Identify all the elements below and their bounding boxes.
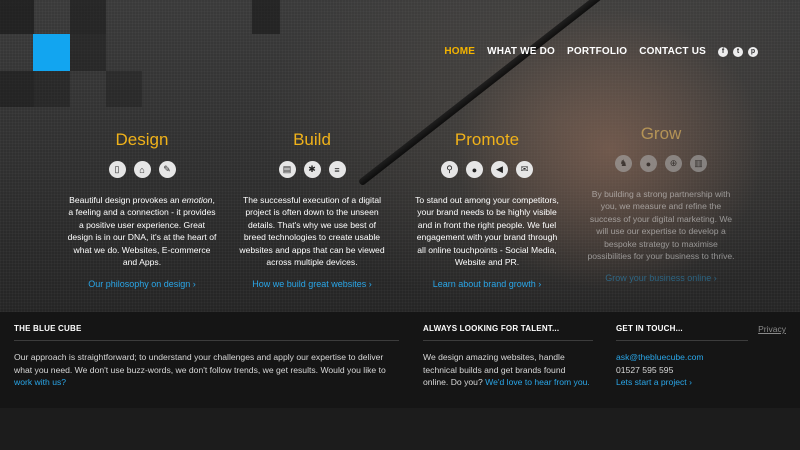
service-promote: Promote ⚲ ● ◀ ✉ To stand out among your … bbox=[412, 130, 562, 289]
service-icons: ⚲ ● ◀ ✉ bbox=[412, 161, 562, 178]
gear-icon: ✱ bbox=[303, 161, 321, 178]
decor-square bbox=[70, 0, 106, 34]
design-link[interactable]: Our philosophy on design › bbox=[67, 279, 217, 289]
service-text: Beautiful design provokes an emotion, a … bbox=[67, 195, 217, 268]
chess-icon: ♞ bbox=[615, 155, 632, 172]
service-title: Build bbox=[293, 130, 331, 149]
megaphone-icon: ◀ bbox=[491, 161, 508, 178]
promote-link[interactable]: Learn about brand growth › bbox=[412, 279, 562, 289]
footer-about: THE BLUE CUBE Our approach is straightfo… bbox=[14, 324, 399, 389]
chart-icon: ▥ bbox=[690, 155, 707, 172]
start-project-link[interactable]: Lets start a project › bbox=[616, 376, 748, 389]
footer-about-body: Our approach is straightforward; to unde… bbox=[14, 352, 386, 375]
service-title: Promote bbox=[454, 130, 520, 149]
people-icon: ● bbox=[640, 155, 657, 172]
work-with-us-link[interactable]: work with us? bbox=[14, 377, 66, 387]
target-icon: ⊕ bbox=[665, 155, 682, 172]
logo[interactable] bbox=[33, 34, 70, 71]
service-build: Build ▤ ✱ ≡ The successful execution of … bbox=[237, 130, 387, 289]
footer-talent: ALWAYS LOOKING FOR TALENT... We design a… bbox=[423, 324, 593, 389]
decor-square bbox=[0, 0, 34, 34]
footer-about-text: Our approach is straightforward; to unde… bbox=[14, 351, 399, 389]
hear-from-you-link[interactable]: We'd love to hear from you. bbox=[485, 377, 590, 387]
decor-square bbox=[34, 71, 70, 107]
service-grow: Grow ♞ ● ⊕ ▥ By building a strong partne… bbox=[586, 124, 736, 283]
footer-contact: GET IN TOUCH... ask@thebluecube.com 0152… bbox=[616, 324, 748, 389]
social-links: f t p bbox=[718, 46, 758, 57]
privacy-link[interactable]: Privacy bbox=[758, 324, 786, 334]
footer-talent-text: We design amazing websites, handle techn… bbox=[423, 351, 593, 389]
footer-about-title: THE BLUE CUBE bbox=[14, 324, 399, 341]
decor-square bbox=[70, 34, 106, 71]
footer-bottom-bar bbox=[0, 408, 800, 450]
service-icons: ▤ ✱ ≡ bbox=[237, 161, 387, 178]
build-link[interactable]: How we build great websites › bbox=[237, 279, 387, 289]
email-link[interactable]: ask@thebluecube.com bbox=[616, 351, 748, 364]
document-icon: ▤ bbox=[278, 161, 296, 178]
service-text: To stand out among your competitors, you… bbox=[415, 195, 559, 268]
nav-contact-us[interactable]: CONTACT US bbox=[639, 46, 706, 57]
service-icons: ♞ ● ⊕ ▥ bbox=[586, 155, 736, 172]
decor-square bbox=[252, 0, 280, 34]
nav-what-we-do[interactable]: WHAT WE DO bbox=[487, 46, 555, 57]
twitter-icon[interactable]: t bbox=[733, 46, 743, 57]
facebook-icon[interactable]: f bbox=[718, 46, 728, 57]
service-text: The successful execution of a digital pr… bbox=[239, 195, 385, 268]
phone-number: 01527 595 595 bbox=[616, 364, 674, 375]
service-icons: ▯ ⌂ ✎ bbox=[67, 161, 217, 178]
design-tools-icon: ✎ bbox=[158, 161, 176, 178]
main-nav: HOME WHAT WE DO PORTFOLIO CONTACT US f t… bbox=[444, 46, 758, 57]
service-title: Grow bbox=[640, 124, 682, 143]
grow-link[interactable]: Grow your business online › bbox=[586, 273, 736, 283]
footer-talent-title: ALWAYS LOOKING FOR TALENT... bbox=[423, 324, 593, 341]
database-icon: ≡ bbox=[328, 161, 346, 178]
footer: THE BLUE CUBE Our approach is straightfo… bbox=[0, 312, 800, 408]
mobile-icon: ▯ bbox=[108, 161, 126, 178]
decor-square bbox=[106, 71, 142, 107]
basket-icon: ⌂ bbox=[133, 161, 151, 178]
nav-home[interactable]: HOME bbox=[444, 46, 475, 57]
nav-portfolio[interactable]: PORTFOLIO bbox=[567, 46, 627, 57]
service-title: Design bbox=[115, 130, 169, 149]
chat-icon: ● bbox=[466, 161, 483, 178]
footer-contact-title: GET IN TOUCH... bbox=[616, 324, 748, 341]
search-icon: ⚲ bbox=[441, 161, 458, 178]
service-design: Design ▯ ⌂ ✎ Beautiful design provokes a… bbox=[67, 130, 217, 289]
pinterest-icon[interactable]: p bbox=[748, 46, 758, 57]
decor-square bbox=[0, 71, 34, 107]
footer-contact-details: ask@thebluecube.com 01527 595 595 Lets s… bbox=[616, 351, 748, 389]
service-text: By building a strong partnership with yo… bbox=[587, 189, 735, 262]
mail-icon: ✉ bbox=[516, 161, 533, 178]
